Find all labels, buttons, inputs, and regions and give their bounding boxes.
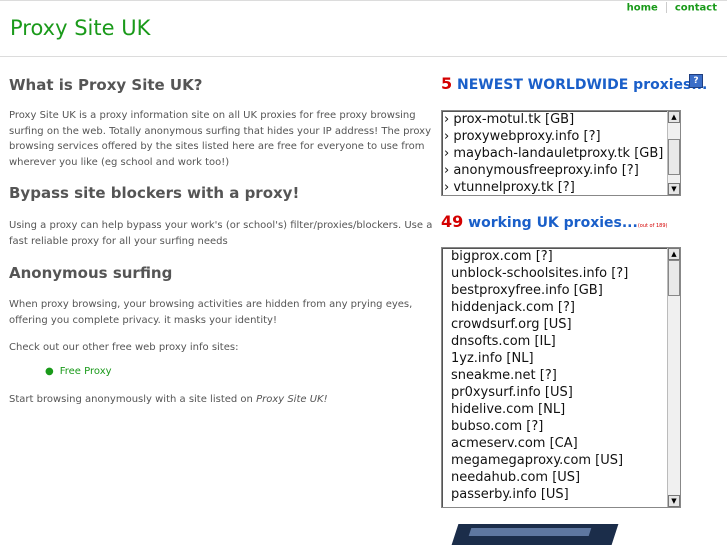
scroll-down-arrow-icon[interactable]: ▼ [668,495,680,507]
site-header: Proxy Site UK home contact [0,0,727,57]
start-browsing-prefix: Start browsing anonymously with a site l… [9,394,257,405]
list-item[interactable]: › maybach-landauletproxy.tk [GB] [442,145,680,162]
list-item[interactable]: hiddenjack.com [?] [442,299,680,316]
working-heading-text: working UK proxies... [463,215,638,231]
what-paragraph: Proxy Site UK is a proxy information sit… [9,110,432,168]
list-item[interactable]: bestproxyfree.info [GB] [442,282,680,299]
list-item[interactable]: › anonymousfreeproxy.info [?] [442,162,680,179]
working-proxies-listbox[interactable]: bigprox.com [?] unblock-schoolsites.info… [441,247,681,508]
newest-scrollbar[interactable]: ▲ ▼ [667,111,680,195]
site-title[interactable]: Proxy Site UK [10,16,150,40]
list-item[interactable]: › prox-motul.tk [GB] [442,111,680,128]
list-item[interactable]: › proxywebproxy.info [?] [442,128,680,145]
newest-count: 5 [441,74,453,93]
list-item[interactable]: unblock-schoolsites.info [?] [442,265,680,282]
working-proxies-heading: 49 working UK proxies...(out of 189) [441,212,667,231]
other-sites-list: ● Free Proxy [45,366,112,377]
header-top-divider [0,0,727,1]
anonymous-paragraph: When proxy browsing, your browsing activ… [9,299,413,326]
newest-proxies-heading: 5 NEWEST WORLDWIDE proxies... [441,74,707,93]
scroll-down-arrow-icon[interactable]: ▼ [668,183,680,195]
start-browsing-text: Start browsing anonymously with a site l… [9,392,328,408]
list-item[interactable]: acmeserv.com [CA] [442,435,680,452]
nav-separator [665,2,667,13]
top-navigation: home contact [627,2,717,14]
list-item[interactable]: bigprox.com [?] [442,248,680,265]
scroll-up-arrow-icon[interactable]: ▲ [668,248,680,260]
nav-contact-link[interactable]: contact [675,3,717,14]
list-item[interactable]: pr0xysurf.info [US] [442,384,680,401]
list-item[interactable]: needahub.com [US] [442,469,680,486]
anonymous-heading: Anonymous surfing [9,264,173,282]
other-sites-text: Check out our other free web proxy info … [9,342,239,353]
newest-heading-text: NEWEST WORLDWIDE proxies... [452,77,708,93]
what-heading: What is Proxy Site UK? [9,76,203,94]
working-total-note: (out of 189) [637,223,668,229]
help-icon[interactable]: ? [689,74,703,88]
free-proxy-link[interactable]: Free Proxy [60,366,112,377]
scroll-up-arrow-icon[interactable]: ▲ [668,111,680,123]
list-item[interactable]: 1yz.info [NL] [442,350,680,367]
nav-home-link[interactable]: home [627,3,658,14]
start-browsing-site-name: Proxy Site UK! [256,394,328,405]
bullet-icon: ● [45,366,54,377]
bypass-heading: Bypass site blockers with a proxy! [9,184,300,202]
list-item[interactable]: › vtunnelproxy.tk [?] [442,179,680,195]
list-item[interactable]: passerby.info [US] [442,486,680,503]
list-item[interactable]: megamegaproxy.com [US] [442,452,680,469]
list-item[interactable]: crowdsurf.org [US] [442,316,680,333]
list-item[interactable]: hidelive.com [NL] [442,401,680,418]
working-count: 49 [441,212,464,231]
scrollbar-thumb[interactable] [668,260,680,296]
banner-highlight [468,528,592,536]
working-scrollbar[interactable]: ▲ ▼ [667,248,680,507]
newest-proxies-listbox[interactable]: › prox-motul.tk [GB] › proxywebproxy.inf… [441,110,681,196]
list-item[interactable]: dnsofts.com [IL] [442,333,680,350]
list-item[interactable]: sneakme.net [?] [442,367,680,384]
bypass-paragraph: Using a proxy can help bypass your work'… [9,220,433,247]
list-item[interactable]: bubso.com [?] [442,418,680,435]
scrollbar-thumb[interactable] [668,139,680,175]
